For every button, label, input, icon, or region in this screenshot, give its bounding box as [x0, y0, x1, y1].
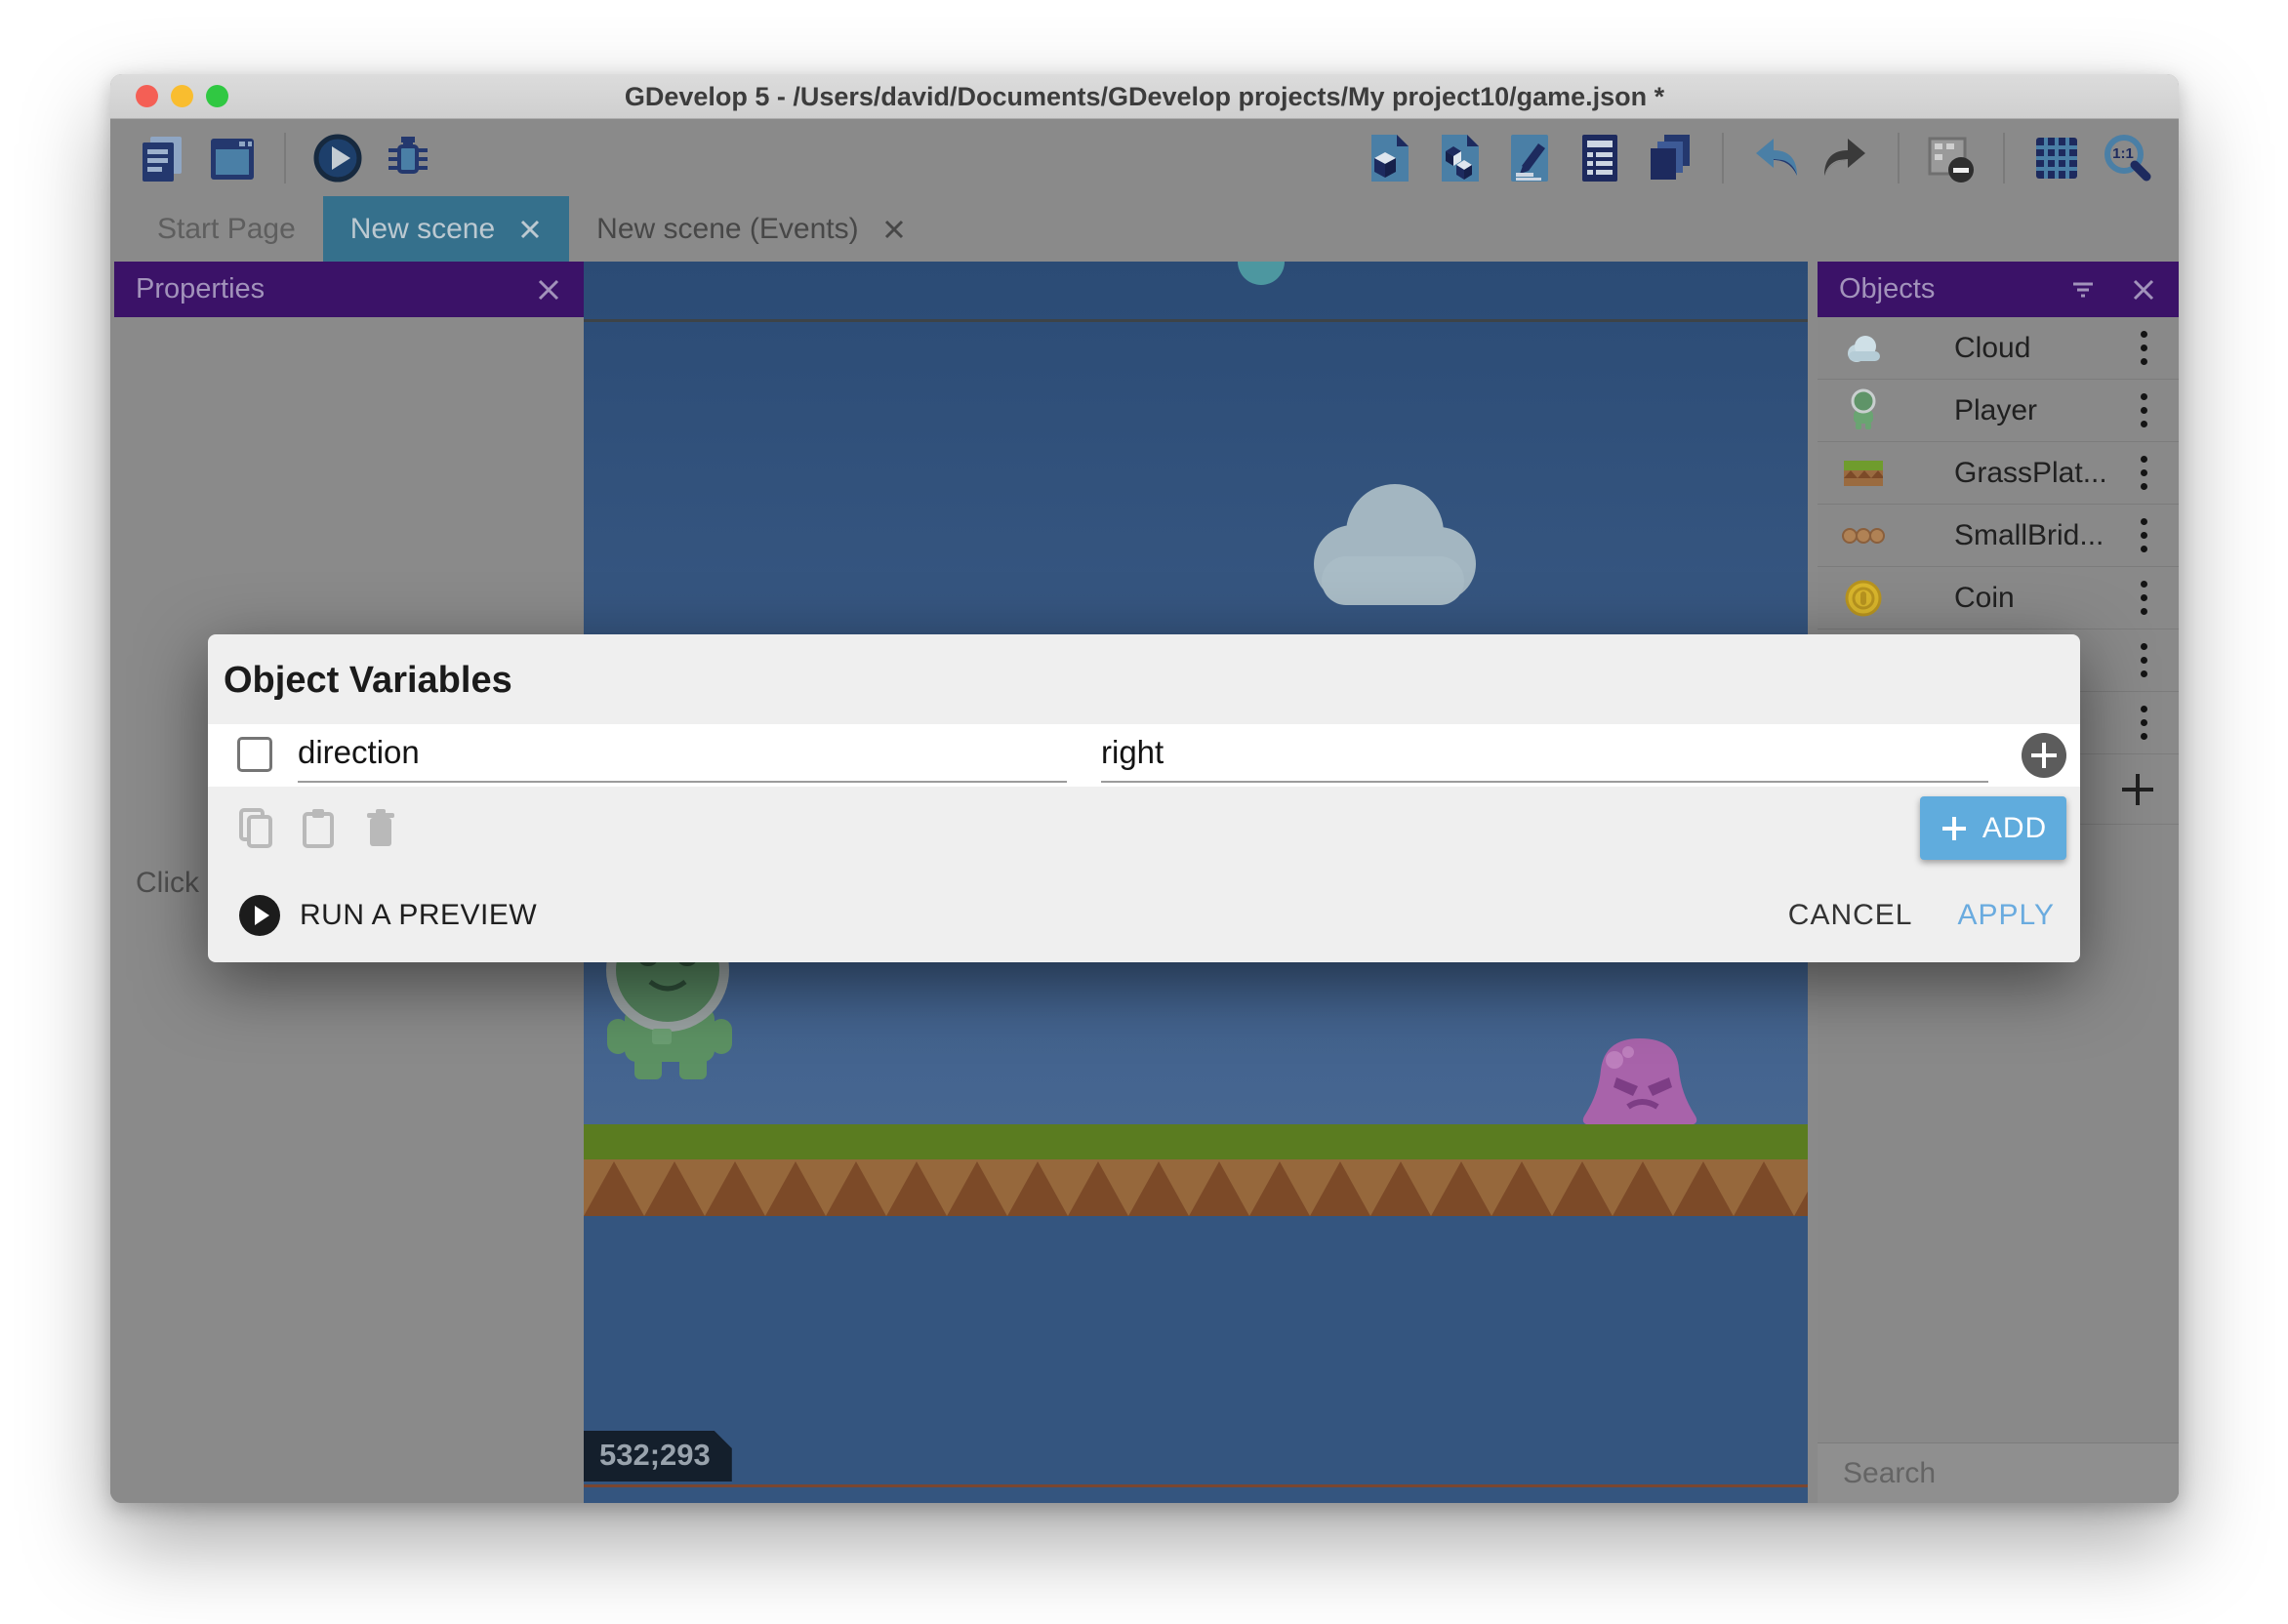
tab-close-icon[interactable]	[518, 218, 542, 241]
add-child-variable-icon[interactable]	[2022, 733, 2066, 778]
mask-icon[interactable]	[1923, 130, 1980, 186]
tab-bar: Start Page New scene New scene (Events)	[110, 196, 2179, 262]
object-menu-icon[interactable]	[2141, 581, 2147, 615]
object-variables-dialog: Object Variables ADD RUN A PREVIEW CANCE…	[208, 634, 2080, 962]
project-manager-icon[interactable]	[134, 130, 190, 186]
variable-value-input[interactable]	[1101, 724, 1988, 783]
small-bridge-object-icon	[1841, 513, 1886, 558]
object-label: Player	[1954, 394, 2037, 427]
debug-icon[interactable]	[380, 130, 436, 186]
zoom-1-1-icon[interactable]: 1:1	[2099, 130, 2155, 186]
coin-object-icon	[1841, 576, 1886, 621]
variables-toolbar	[208, 787, 2080, 869]
toolbar-separator	[284, 133, 286, 183]
tab-label: Start Page	[157, 213, 296, 246]
object-menu-icon[interactable]	[2141, 393, 2147, 427]
play-circle-icon	[237, 893, 282, 938]
objects-editor-icon[interactable]	[1361, 130, 1417, 186]
filter-icon[interactable]	[2069, 276, 2097, 304]
run-preview-button[interactable]: RUN A PREVIEW	[237, 893, 537, 938]
variable-checkbox[interactable]	[237, 737, 272, 772]
search-input[interactable]	[1843, 1457, 2179, 1490]
object-row-smallbridge[interactable]: SmallBrid...	[1818, 505, 2179, 567]
main-toolbar: 1:1	[110, 119, 2179, 196]
grass-strip	[584, 1124, 1808, 1159]
layers-icon[interactable]	[1642, 130, 1698, 186]
grass-platform-object-icon	[1841, 451, 1886, 496]
add-button-label: ADD	[1982, 812, 2047, 845]
dialog-header: Object Variables	[208, 634, 2080, 724]
close-panel-icon[interactable]	[535, 276, 562, 304]
titlebar: GDevelop 5 - /Users/david/Documents/GDev…	[110, 74, 2179, 119]
object-row-coin[interactable]: Coin	[1818, 567, 2179, 629]
properties-panel-header: Properties	[114, 262, 584, 317]
variable-name-input[interactable]	[298, 724, 1067, 783]
object-label: SmallBrid...	[1954, 519, 2104, 552]
player-object-icon	[1841, 388, 1886, 433]
scene-boundary-line	[584, 319, 1808, 322]
objects-search-bar	[1818, 1442, 2179, 1503]
object-row-player[interactable]: Player	[1818, 380, 2179, 442]
tab-label: New scene (Events)	[596, 213, 858, 246]
object-menu-icon[interactable]	[2141, 643, 2147, 677]
scene-properties-icon[interactable]	[1501, 130, 1558, 186]
grid-icon[interactable]	[2028, 130, 2085, 186]
add-object-plus-icon[interactable]	[2118, 770, 2157, 809]
tab-new-scene-events[interactable]: New scene (Events)	[569, 196, 932, 262]
object-menu-icon[interactable]	[2141, 331, 2147, 365]
player-instance[interactable]	[592, 947, 748, 1088]
tab-start-page[interactable]: Start Page	[130, 196, 323, 262]
object-row-cloud[interactable]: Cloud	[1818, 317, 2179, 380]
properties-panel-title: Properties	[136, 273, 265, 305]
tab-close-icon[interactable]	[882, 218, 906, 241]
object-groups-icon[interactable]	[1431, 130, 1488, 186]
object-label: Cloud	[1954, 332, 2030, 365]
scene-bottom-line	[584, 1484, 1808, 1487]
objects-panel-header: Objects	[1818, 262, 2179, 317]
run-preview-label: RUN A PREVIEW	[300, 899, 537, 932]
objects-panel-title: Objects	[1839, 273, 1935, 305]
object-menu-icon[interactable]	[2141, 518, 2147, 552]
tab-new-scene[interactable]: New scene	[323, 196, 569, 262]
slime-enemy-instance[interactable]	[1579, 1033, 1701, 1130]
apply-button[interactable]: APPLY	[1958, 899, 2056, 932]
cancel-button[interactable]: CANCEL	[1788, 899, 1913, 932]
object-row-grassplatform[interactable]: GrassPlat...	[1818, 442, 2179, 505]
object-label: GrassPlat...	[1954, 457, 2107, 490]
toolbar-separator	[2003, 133, 2005, 183]
toolbar-separator	[1722, 133, 1724, 183]
dialog-actions: RUN A PREVIEW CANCEL APPLY	[208, 869, 2080, 962]
plus-icon	[1940, 814, 1969, 843]
redo-icon[interactable]	[1818, 130, 1874, 186]
add-variable-button[interactable]: ADD	[1920, 796, 2066, 860]
cloud-instance[interactable]	[1294, 467, 1490, 618]
variable-row	[208, 724, 2080, 787]
delete-icon[interactable]	[358, 805, 403, 850]
play-preview-icon[interactable]	[309, 130, 366, 186]
dirt-zigzag	[584, 1159, 1808, 1216]
object-label: Coin	[1954, 582, 2015, 615]
close-panel-icon[interactable]	[2130, 276, 2157, 304]
grass-platform-instance[interactable]	[584, 1124, 1808, 1216]
instances-list-icon[interactable]	[1572, 130, 1628, 186]
tab-label: New scene	[350, 213, 495, 246]
cursor-coordinates-badge: 532;293	[584, 1431, 732, 1482]
object-menu-icon[interactable]	[2141, 456, 2147, 490]
zoom-ratio-label: 1:1	[2106, 145, 2140, 162]
preview-window-icon[interactable]	[204, 130, 261, 186]
undo-icon[interactable]	[1747, 130, 1804, 186]
toolbar-separator	[1898, 133, 1900, 183]
paste-icon[interactable]	[296, 805, 341, 850]
window-title: GDevelop 5 - /Users/david/Documents/GDev…	[110, 74, 2179, 119]
dialog-title: Object Variables	[224, 660, 512, 702]
object-menu-icon[interactable]	[2141, 706, 2147, 740]
cloud-object-icon	[1841, 326, 1886, 371]
copy-icon[interactable]	[233, 805, 278, 850]
